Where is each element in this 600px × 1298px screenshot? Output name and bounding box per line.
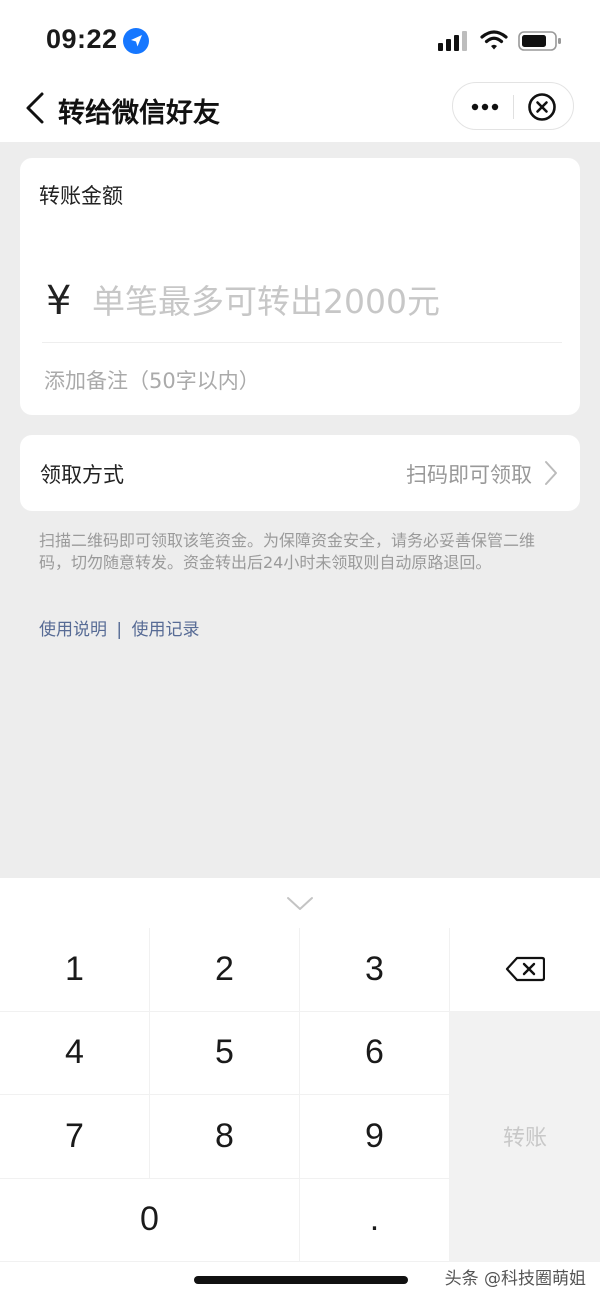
key-3[interactable]: 3	[300, 928, 450, 1012]
more-dots-icon[interactable]	[467, 93, 503, 121]
key-7[interactable]: 7	[0, 1095, 150, 1179]
signal-icon	[438, 31, 467, 51]
key-1[interactable]: 1	[0, 928, 150, 1012]
close-circle-icon[interactable]	[527, 92, 557, 122]
mini-program-capsule	[452, 82, 574, 130]
key-8[interactable]: 8	[150, 1095, 300, 1179]
wifi-icon	[480, 30, 508, 50]
hint-text: 扫描二维码即可领取该笔资金。为保障资金安全，请务必妥善保管二维码，切勿随意转发。…	[39, 531, 536, 572]
page-title: 转给微信好友	[58, 98, 220, 129]
status-time: 09:22	[46, 24, 118, 54]
link-separator: |	[116, 620, 123, 640]
keypad: 1 2 3 4 5 6 转账 7 8 9 0 .	[0, 928, 600, 1262]
backspace-icon	[505, 957, 545, 982]
divider	[42, 342, 562, 343]
nav-bar: 转给微信好友	[0, 80, 600, 142]
chevron-right-icon	[545, 461, 557, 485]
receive-method-value: 扫码即可领取	[406, 463, 532, 487]
key-9[interactable]: 9	[300, 1095, 450, 1179]
chevron-down-icon[interactable]	[286, 895, 314, 913]
amount-card: 转账金额 ¥ 添加备注（50字以内）	[20, 158, 580, 415]
amount-input[interactable]	[92, 276, 562, 326]
numeric-keyboard: 1 2 3 4 5 6 转账 7 8 9 0 .	[0, 878, 600, 1298]
currency-symbol: ¥	[46, 278, 72, 324]
receive-method-row[interactable]: 领取方式 扫码即可领取	[20, 435, 580, 511]
receive-method-label: 领取方式	[40, 463, 124, 487]
usage-instructions-link[interactable]: 使用说明	[39, 620, 107, 640]
capsule-divider	[513, 95, 514, 119]
help-links: 使用说明 | 使用记录	[39, 615, 200, 640]
backspace-key[interactable]	[450, 928, 600, 1012]
key-5[interactable]: 5	[150, 1011, 300, 1095]
key-4[interactable]: 4	[0, 1011, 150, 1095]
key-0[interactable]: 0	[0, 1178, 300, 1262]
key-6[interactable]: 6	[300, 1011, 450, 1095]
chevron-left-icon[interactable]	[22, 90, 50, 126]
battery-icon	[518, 31, 561, 51]
location-arrow-icon	[123, 28, 149, 54]
key-decimal[interactable]: .	[300, 1178, 450, 1262]
watermark: 头条 @科技圈萌姐	[444, 1269, 586, 1289]
key-2[interactable]: 2	[150, 928, 300, 1012]
home-indicator[interactable]	[194, 1276, 408, 1284]
usage-records-link[interactable]: 使用记录	[132, 620, 200, 640]
add-note-link[interactable]: 添加备注（50字以内）	[44, 365, 260, 395]
transfer-button[interactable]: 转账	[450, 1011, 600, 1262]
status-bar: 09:22	[0, 0, 600, 80]
amount-label: 转账金额	[39, 184, 123, 208]
